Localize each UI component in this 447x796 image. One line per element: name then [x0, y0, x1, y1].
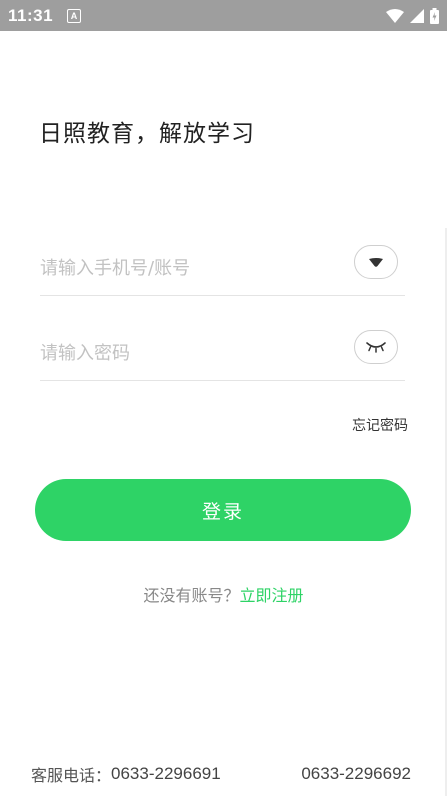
- register-link[interactable]: 立即注册: [240, 586, 304, 605]
- notification-badge: A: [67, 8, 82, 23]
- status-time: 11:31: [8, 5, 54, 25]
- password-visibility-toggle[interactable]: [354, 330, 398, 364]
- wifi-icon: [386, 8, 404, 23]
- chevron-down-icon: [369, 257, 383, 267]
- account-input[interactable]: [40, 240, 340, 296]
- customer-service-phone-1[interactable]: 0633-2296691: [111, 764, 221, 784]
- signal-icon: [410, 8, 424, 23]
- customer-service-label: 客服电话：: [31, 766, 112, 785]
- page-title: 日照教育，解放学习: [39, 121, 255, 147]
- forgot-password-link[interactable]: 忘记密码: [352, 415, 408, 435]
- password-input[interactable]: [40, 325, 340, 381]
- register-row: 还没有账号？立即注册: [0, 582, 447, 606]
- password-field: [40, 325, 405, 381]
- customer-service: 客服电话： 0633-2296691 0633-2296692: [31, 762, 411, 786]
- account-field: [40, 240, 405, 296]
- account-dropdown-button[interactable]: [354, 245, 398, 279]
- battery-icon: [430, 7, 439, 24]
- status-bar: 11:31 A: [0, 0, 447, 31]
- status-icons: [386, 7, 439, 24]
- eye-closed-icon: [366, 342, 386, 353]
- login-button[interactable]: 登录: [35, 479, 411, 541]
- customer-service-phone-2[interactable]: 0633-2296692: [301, 764, 411, 784]
- register-prompt: 还没有账号？: [143, 586, 240, 605]
